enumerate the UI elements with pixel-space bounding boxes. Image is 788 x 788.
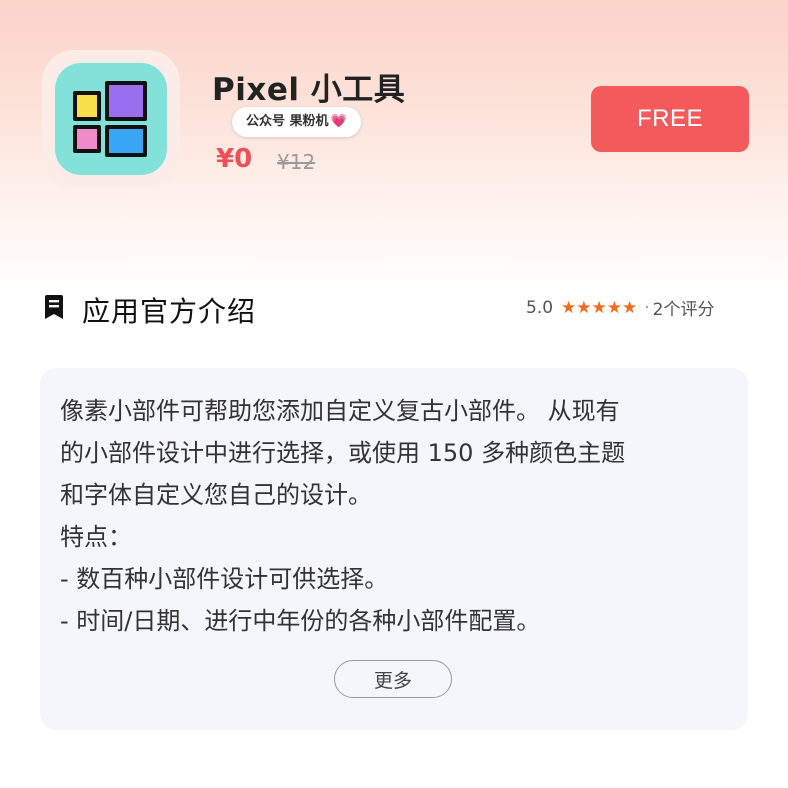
app-name: Pixel 小工具 — [212, 72, 406, 108]
description-line: 和字体自定义您自己的设计。 — [60, 481, 372, 509]
description-line: - 数百种小部件设计可供选择。 — [60, 565, 389, 593]
section-title: 应用官方介绍 — [82, 295, 257, 328]
description-text: 像素小部件可帮助您添加自定义复古小部件。 从现有 的小部件设计中进行选择，或使用… — [60, 390, 730, 640]
app-icon-container — [42, 50, 180, 188]
yellow-pixel-block — [73, 91, 101, 121]
original-price: ¥12 — [277, 150, 316, 174]
description-line: 像素小部件可帮助您添加自定义复古小部件。 从现有 — [60, 397, 620, 425]
more-button[interactable]: 更多 — [334, 660, 452, 698]
rating-separator: · — [644, 297, 650, 318]
pink-pixel-block — [73, 125, 101, 153]
rating-score: 5.0 — [526, 297, 554, 318]
description-card: 像素小部件可帮助您添加自定义复古小部件。 从现有 的小部件设计中进行选择，或使用… — [40, 368, 748, 730]
rating-stars: ★★★★★ — [561, 297, 638, 318]
blue-pixel-block — [105, 125, 147, 157]
rating-summary[interactable]: 5.0 ★★★★★ · 2个评分 — [526, 295, 715, 321]
watermark-badge: 公众号 果粉机 💗 — [232, 107, 361, 137]
app-icon — [55, 63, 167, 175]
purple-pixel-block — [105, 81, 147, 121]
current-price: ¥0 — [216, 144, 253, 174]
rating-count: 2个评分 — [652, 300, 715, 320]
get-free-button[interactable]: FREE — [591, 86, 749, 152]
description-line: 的小部件设计中进行选择，或使用 150 多种颜色主题 — [60, 439, 626, 467]
heart-icon: 💗 — [330, 114, 347, 129]
description-line: - 时间/日期、进行中年份的各种小部件配置。 — [60, 607, 541, 635]
watermark-text: 公众号 果粉机 — [246, 114, 329, 129]
description-line: 特点： — [60, 523, 132, 551]
bookmark-icon — [45, 295, 63, 319]
